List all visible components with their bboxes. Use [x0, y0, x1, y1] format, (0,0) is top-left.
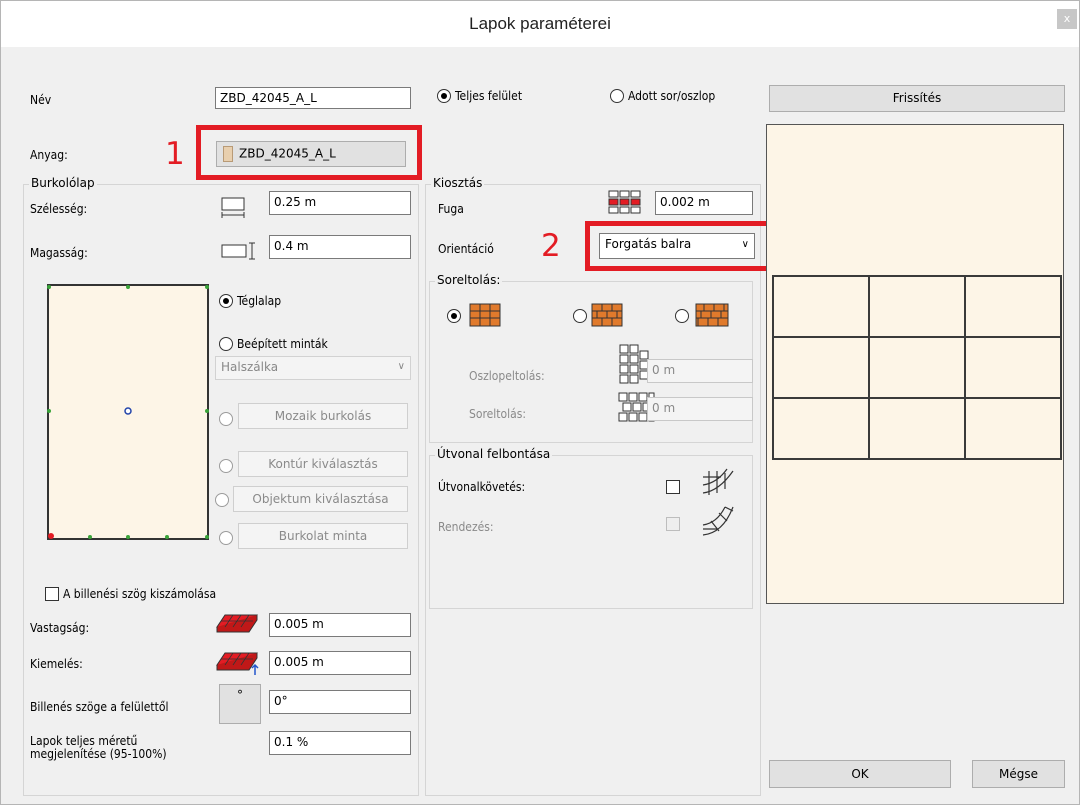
preview-tile: [772, 336, 870, 399]
tile-shape-preview: [47, 284, 209, 540]
row-offset-label: Soreltolás:: [469, 407, 526, 421]
joint-icon: [608, 190, 641, 214]
preview-tile: [772, 275, 870, 338]
fullsize-label: Lapok teljes méretű megjelenítése (95-10…: [30, 735, 167, 761]
cover-pattern-radio[interactable]: [219, 531, 233, 545]
builtin-patterns-label: Beépített minták: [237, 337, 328, 351]
material-swatch-icon: [223, 146, 233, 162]
pattern-select[interactable]: Halszálka ∨: [215, 356, 411, 380]
preview-tile: [772, 397, 870, 460]
material-button[interactable]: ZBD_42045_A_L: [216, 141, 406, 167]
tile-height-label: Magasság:: [30, 246, 88, 260]
path-follow-icon: [702, 468, 734, 495]
elevation-input[interactable]: 0.005 m: [269, 651, 411, 675]
tilt-checkbox-label: A billenési szög kiszámolása: [63, 587, 217, 601]
preview-tile: [964, 397, 1062, 460]
elevation-icon: [216, 652, 259, 675]
thickness-input[interactable]: 0.005 m: [269, 613, 411, 637]
title-bar: Lapok paraméterei x: [1, 1, 1079, 47]
thickness-label: Vastagság:: [30, 621, 90, 635]
joint-input[interactable]: 0.002 m: [655, 191, 753, 215]
thickness-icon: [216, 614, 258, 633]
full-surface-label: Teljes felület: [455, 89, 523, 103]
tile-width-label: Szélesség:: [30, 202, 88, 216]
tilt-angle-label: Billenés szöge a felülettől: [30, 700, 169, 714]
path-follow-label: Útvonalkövetés:: [438, 480, 526, 494]
orientation-label: Orientáció: [438, 242, 494, 256]
preview-tile: [868, 397, 966, 460]
arrange-checkbox[interactable]: [666, 517, 680, 531]
name-input[interactable]: ZBD_42045_A_L: [215, 87, 411, 109]
handle-point: [47, 285, 51, 289]
close-button[interactable]: x: [1057, 9, 1077, 29]
row-offset-group-title: Soreltolás:: [435, 273, 503, 287]
layout-group-title: Kiosztás: [431, 176, 485, 190]
name-label: Név: [30, 93, 52, 107]
object-radio[interactable]: [215, 493, 229, 507]
offset-none-radio[interactable]: [447, 309, 461, 323]
path-follow-checkbox[interactable]: [666, 480, 680, 494]
chevron-down-icon: ∨: [741, 239, 749, 250]
tilt-checkbox[interactable]: [45, 587, 59, 601]
arrange-label: Rendezés:: [438, 520, 494, 534]
elevation-label: Kiemelés:: [30, 657, 83, 671]
ok-button[interactable]: OK: [769, 760, 951, 788]
degree-button[interactable]: °: [219, 684, 261, 724]
mosaic-button[interactable]: Mozaik burkolás: [238, 403, 408, 429]
given-row-col-label: Adott sor/oszlop: [628, 89, 716, 103]
contour-button[interactable]: Kontúr kiválasztás: [238, 451, 408, 477]
material-button-label: ZBD_42045_A_L: [239, 146, 336, 161]
pattern-select-value: Halszálka: [221, 360, 279, 374]
full-surface-radio[interactable]: [437, 89, 451, 103]
column-offset-input[interactable]: 0 m: [647, 359, 753, 383]
chevron-down-icon: ∨: [397, 361, 405, 372]
row-offset-input[interactable]: 0 m: [647, 397, 753, 421]
fullsize-label-line2: megjelenítése (95-100%): [30, 747, 167, 761]
builtin-patterns-radio[interactable]: [219, 337, 233, 351]
tilt-angle-input[interactable]: 0°: [269, 690, 411, 714]
diagonal-bond-icon: [695, 303, 729, 327]
material-label: Anyag:: [30, 148, 68, 162]
refresh-button[interactable]: Frissítés: [769, 85, 1065, 112]
fullsize-input[interactable]: 0.1 %: [269, 731, 411, 755]
orientation-select-value: Forgatás balra: [605, 237, 692, 251]
preview-tile: [868, 275, 966, 338]
arrange-icon: [702, 506, 734, 536]
rectangle-radio[interactable]: [219, 294, 233, 308]
tile-group-title: Burkolólap: [29, 176, 97, 190]
dialog-title: Lapok paraméterei: [469, 14, 611, 33]
contour-radio[interactable]: [219, 459, 233, 473]
cover-pattern-button[interactable]: Burkolat minta: [238, 523, 408, 549]
tile-width-icon: [221, 197, 245, 218]
cancel-button[interactable]: Mégse: [972, 760, 1065, 788]
tiling-preview: [766, 124, 1064, 604]
column-offset-label: Oszlopeltolás:: [469, 369, 545, 383]
tile-height-icon: [221, 242, 255, 260]
annotation-number-1: 1: [165, 136, 185, 172]
path-group-title: Útvonal felbontása: [435, 447, 553, 461]
dialog-content: Név ZBD_42045_A_L Anyag: 1 ZBD_42045_A_L…: [11, 47, 1073, 796]
preview-tile: [964, 275, 1062, 338]
preview-tile: [868, 336, 966, 399]
given-row-col-radio[interactable]: [610, 89, 624, 103]
orientation-select[interactable]: Forgatás balra ∨: [599, 233, 755, 259]
running-bond-icon: [591, 303, 623, 327]
dialog-window: Lapok paraméterei x Név ZBD_42045_A_L An…: [0, 0, 1080, 805]
tile-height-input[interactable]: 0.4 m: [269, 235, 411, 259]
tile-width-input[interactable]: 0.25 m: [269, 191, 411, 215]
offset-diagonal-radio[interactable]: [675, 309, 689, 323]
annotation-number-2: 2: [541, 228, 561, 264]
stack-bond-icon: [469, 303, 501, 327]
rectangle-label: Téglalap: [237, 294, 282, 308]
preview-tile: [964, 336, 1062, 399]
joint-label: Fuga: [438, 202, 464, 216]
object-button[interactable]: Objektum kiválasztása: [233, 486, 408, 512]
mosaic-radio[interactable]: [219, 412, 233, 426]
offset-half-radio[interactable]: [573, 309, 587, 323]
